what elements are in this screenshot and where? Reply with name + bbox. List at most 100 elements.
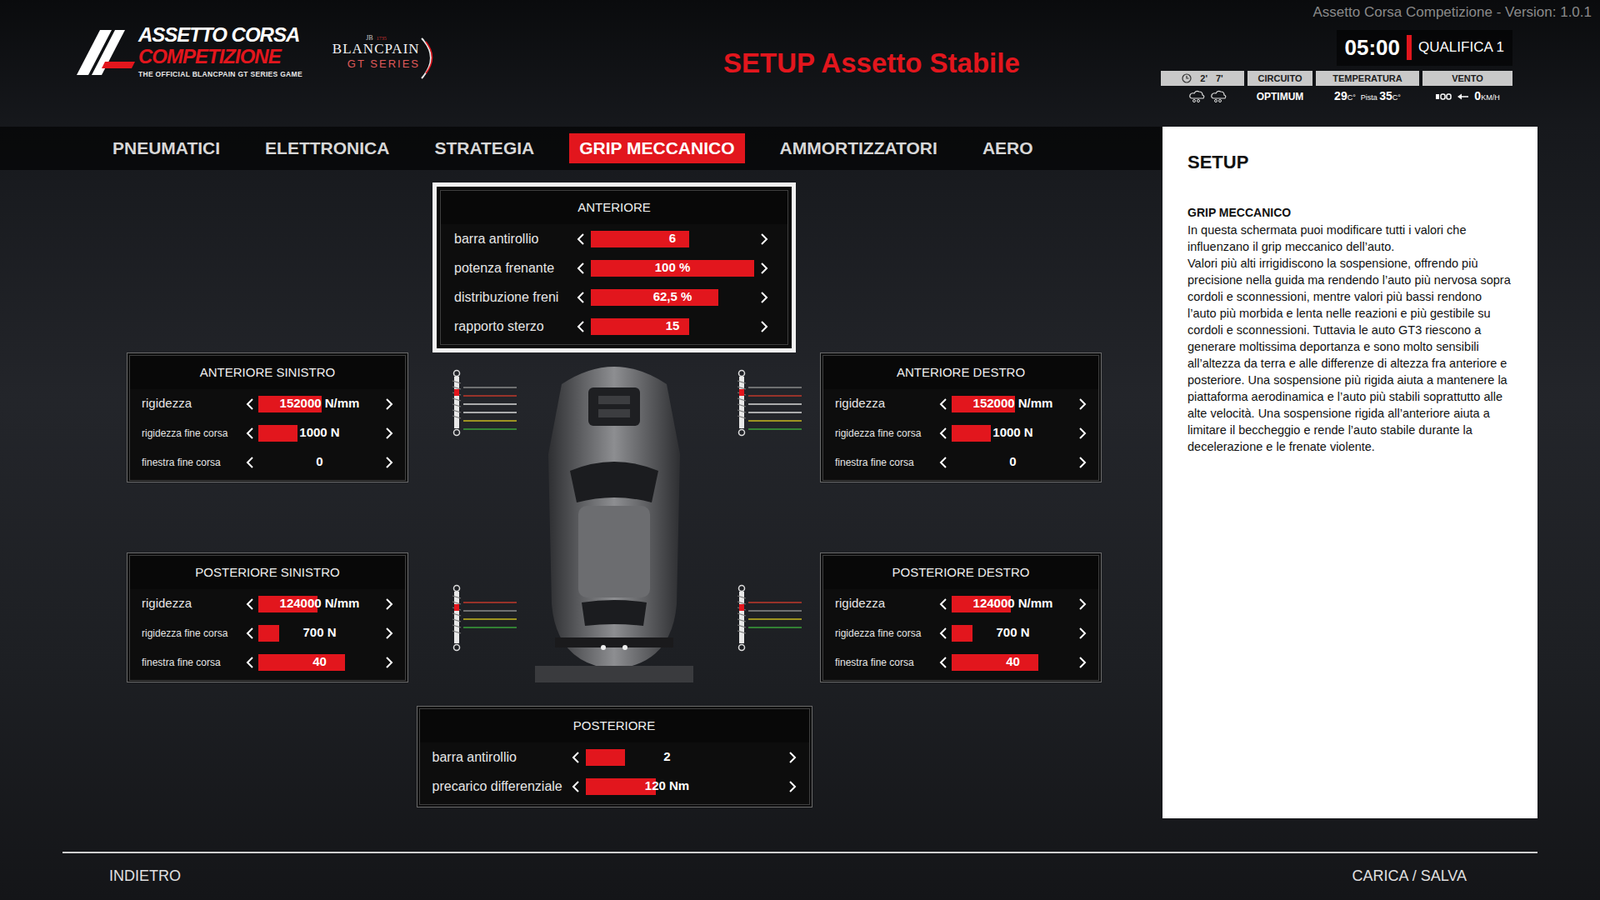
increase-arrow-icon[interactable] (782, 750, 803, 765)
setting-slider[interactable]: 152000 N/mm (258, 395, 381, 413)
decrease-arrow-icon[interactable] (241, 626, 259, 640)
decrease-arrow-icon[interactable] (241, 426, 259, 440)
forecast-time: 2' (1200, 71, 1208, 86)
decrease-arrow-icon[interactable] (570, 261, 591, 275)
sponsor-mark: JB1735 (332, 35, 420, 42)
setup-tab[interactable]: PNEUMATICI (102, 133, 230, 164)
decrease-arrow-icon[interactable] (241, 455, 259, 470)
setting-row: finestra fine corsa40 (823, 647, 1099, 677)
setup-tab[interactable]: STRATEGIA (424, 133, 545, 164)
setting-label: rigidezza fine corsa (141, 625, 242, 641)
setting-slider[interactable]: 0 (258, 454, 381, 471)
increase-arrow-icon[interactable] (754, 320, 775, 334)
increase-arrow-icon[interactable] (380, 455, 398, 470)
setting-slider[interactable]: 152000 N/mm (951, 395, 1075, 413)
setting-slider[interactable]: 1000 N (951, 425, 1075, 442)
panel-title: POSTERIORE SINISTRO (130, 555, 405, 590)
logo-line: COMPETIZIONE (138, 46, 303, 67)
air-temp-unit: C° (1347, 93, 1356, 102)
setting-value: 124000 N/mm (280, 594, 360, 614)
increase-arrow-icon[interactable] (380, 597, 398, 611)
panel-rows: rigidezza152000 N/mmrigidezza fine corsa… (823, 389, 1099, 477)
track-value: OPTIMUM (1247, 85, 1313, 107)
decrease-arrow-icon[interactable] (241, 397, 259, 411)
setting-row: rigidezza fine corsa700 N (823, 618, 1099, 648)
setting-label: rigidezza (835, 394, 935, 414)
setting-slider[interactable]: 1000 N (258, 425, 381, 442)
setting-slider[interactable]: 40 (951, 654, 1075, 671)
slider-fill (258, 425, 298, 442)
increase-arrow-icon[interactable] (754, 261, 775, 275)
setting-slider[interactable]: 2 (585, 749, 750, 766)
setting-slider[interactable]: 0 (951, 454, 1075, 471)
decrease-arrow-icon[interactable] (565, 780, 586, 794)
setup-tab[interactable]: GRIP MECCANICO (569, 133, 745, 164)
decrease-arrow-icon[interactable] (935, 655, 952, 670)
increase-arrow-icon[interactable] (1074, 397, 1091, 411)
decrease-arrow-icon[interactable] (570, 290, 591, 305)
setup-tab[interactable]: ELETTRONICA (255, 133, 400, 164)
setting-value: 0 (315, 452, 323, 472)
sponsor-logo: JB1735BLANCPAINGT SERIES (332, 35, 439, 70)
setting-row: rigidezza fine corsa 700 N (130, 618, 405, 648)
decrease-arrow-icon[interactable] (935, 426, 952, 440)
increase-arrow-icon[interactable] (782, 780, 803, 794)
increase-arrow-icon[interactable] (380, 426, 398, 440)
load-save-button[interactable]: CARICA / SALVA (1352, 865, 1467, 888)
setting-slider[interactable]: 120 Nm (585, 778, 750, 795)
decrease-arrow-icon[interactable] (570, 320, 591, 334)
decrease-arrow-icon[interactable] (935, 626, 952, 640)
wind-direction-icon (1456, 91, 1470, 102)
panel-body: ANTERIORE DESTROrigidezza152000 N/mmrigi… (822, 355, 1100, 481)
setting-slider[interactable]: 124000 N/mm (258, 595, 381, 613)
setting-slider[interactable]: 6 (590, 230, 755, 248)
increase-arrow-icon[interactable] (380, 655, 398, 670)
setup-tab[interactable]: AERO (972, 133, 1044, 164)
setting-slider[interactable]: 40 (258, 654, 381, 671)
main: PNEUMATICI ELETTRONICA STRATEGIA GRIP MECCA… (0, 126, 1600, 819)
panel-title: POSTERIORE DESTRO (823, 555, 1099, 590)
decrease-arrow-icon[interactable] (241, 655, 259, 670)
workspace: ANTERIOREbarra antirollio6potenza frenan… (0, 170, 1102, 808)
increase-arrow-icon[interactable] (1074, 655, 1091, 670)
increase-arrow-icon[interactable] (1074, 626, 1091, 640)
setting-row: rigidezza124000 N/mm (823, 589, 1099, 619)
increase-arrow-icon[interactable] (754, 232, 775, 246)
slider-fill (585, 749, 625, 766)
decrease-arrow-icon[interactable] (565, 750, 586, 765)
setting-slider[interactable]: 124000 N/mm (951, 595, 1075, 613)
wind-speed: 0KM/H (1474, 87, 1500, 105)
decrease-arrow-icon[interactable] (935, 397, 952, 411)
setting-label: precarico differenziale (432, 776, 566, 797)
panel-rows: rigidezza124000 N/mmrigidezza fine corsa… (130, 589, 405, 677)
back-button[interactable]: INDIETRO (109, 865, 181, 888)
setup-tab[interactable]: AMMORTIZZATORI (770, 133, 948, 164)
increase-arrow-icon[interactable] (1074, 597, 1091, 611)
setting-slider[interactable]: 700 N (258, 625, 381, 642)
brand: ASSETTO CORSACOMPETIZIONETHE OFFICIAL BL… (0, 0, 742, 127)
footer: INDIETRO CARICA / SALVA (0, 818, 1600, 900)
decrease-arrow-icon[interactable] (241, 597, 259, 611)
help-paragraph: In questa schermata puoi modificare tutt… (1187, 221, 1513, 255)
header: ASSETTO CORSACOMPETIZIONETHE OFFICIAL BL… (0, 0, 1600, 127)
footer-line (62, 851, 1538, 854)
setting-slider[interactable]: 15 (590, 318, 755, 335)
increase-arrow-icon[interactable] (1074, 455, 1091, 470)
track-condition: CIRCUITOOPTIMUM (1247, 70, 1313, 108)
setting-slider[interactable]: 100 % (590, 260, 755, 277)
slider-fill (951, 625, 973, 642)
setting-value: 15 (665, 316, 680, 336)
setting-slider[interactable]: 700 N (951, 625, 1075, 642)
increase-arrow-icon[interactable] (380, 397, 398, 411)
setting-slider[interactable]: 62,5 % (590, 289, 755, 306)
air-temp-value: 29 (1334, 89, 1348, 103)
increase-arrow-icon[interactable] (380, 626, 398, 640)
decrease-arrow-icon[interactable] (935, 597, 952, 611)
panel-title: ANTERIORE SINISTRO (130, 355, 405, 390)
setting-row: rigidezza124000 N/mm (130, 589, 405, 619)
decrease-arrow-icon[interactable] (570, 232, 591, 246)
increase-arrow-icon[interactable] (754, 290, 775, 305)
sponsor-year: 1735 (376, 35, 387, 41)
decrease-arrow-icon[interactable] (935, 455, 952, 470)
increase-arrow-icon[interactable] (1074, 426, 1091, 440)
